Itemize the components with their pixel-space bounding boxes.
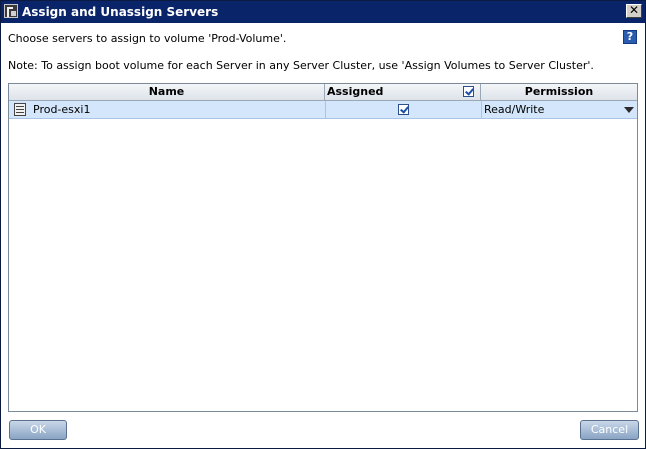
- server-name-cell: Prod-esxi1: [9, 101, 325, 118]
- column-header-assigned-label: Assigned: [327, 85, 384, 98]
- help-button[interactable]: ?: [623, 30, 637, 44]
- window-title: Assign and Unassign Servers: [22, 5, 219, 19]
- server-icon: [14, 103, 26, 116]
- column-header-assigned[interactable]: Assigned: [325, 84, 481, 100]
- servers-table: Name Assigned Permission Prod-esxi1 Read…: [8, 83, 638, 412]
- prompt-text: Choose servers to assign to volume 'Prod…: [8, 32, 287, 45]
- chevron-down-icon[interactable]: [624, 107, 634, 113]
- permission-value: Read/Write: [484, 103, 545, 116]
- title-bar[interactable]: Assign and Unassign Servers ✕: [1, 1, 645, 23]
- permission-select[interactable]: Read/Write: [481, 101, 637, 118]
- assigned-cell: [325, 101, 481, 118]
- table-row[interactable]: Prod-esxi1 Read/Write: [9, 101, 637, 119]
- column-header-name[interactable]: Name: [9, 84, 325, 100]
- assign-servers-dialog: Assign and Unassign Servers ✕ Choose ser…: [0, 0, 646, 449]
- server-name: Prod-esxi1: [33, 103, 91, 116]
- column-header-permission[interactable]: Permission: [481, 84, 637, 100]
- close-button[interactable]: ✕: [626, 4, 642, 18]
- app-icon: [4, 4, 18, 18]
- table-header: Name Assigned Permission: [9, 84, 637, 101]
- note-text: Note: To assign boot volume for each Ser…: [8, 59, 594, 72]
- assign-all-checkbox[interactable]: [463, 86, 474, 97]
- assigned-checkbox[interactable]: [398, 104, 409, 115]
- ok-button[interactable]: OK: [9, 420, 67, 440]
- cancel-button[interactable]: Cancel: [580, 420, 639, 440]
